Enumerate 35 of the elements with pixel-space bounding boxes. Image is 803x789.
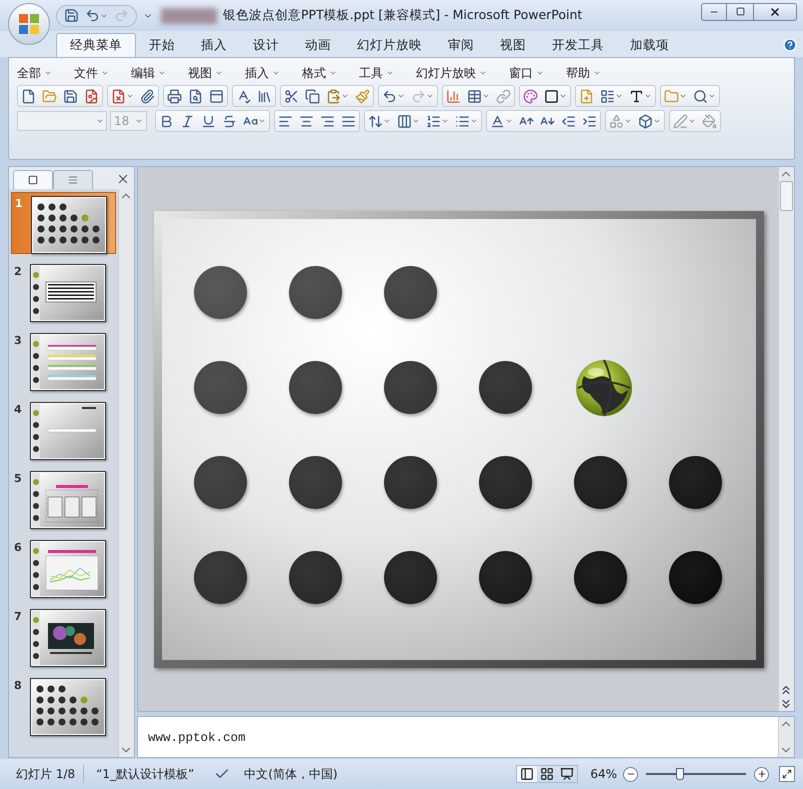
ribbon-tab[interactable]: 插入	[188, 33, 240, 57]
menu-item[interactable]: 全部	[17, 64, 52, 82]
ribbon-tab[interactable]: 开发工具	[539, 33, 617, 57]
ribbon-tab[interactable]: 经典菜单	[56, 33, 136, 57]
slide-number: 8	[14, 678, 23, 694]
slide-number: 4	[14, 402, 23, 418]
ribbon-tab[interactable]: 开始	[136, 33, 188, 57]
ribbon-tab[interactable]: 视图	[487, 33, 539, 57]
slide-number: 2	[14, 264, 23, 280]
menu-item[interactable]: 工具	[359, 64, 394, 82]
ribbon-tab[interactable]: 幻灯片放映	[344, 33, 435, 57]
menu-item[interactable]: 插入	[245, 64, 280, 82]
menu-item[interactable]: 幻灯片放映	[416, 64, 487, 82]
zoom-level[interactable]: 64%	[590, 765, 617, 783]
ribbon-tab[interactable]: 设计	[240, 33, 292, 57]
menu-item[interactable]: 编辑	[131, 64, 166, 82]
menu-item[interactable]: 文件	[74, 64, 109, 82]
slide-number: 7	[14, 609, 23, 625]
window-title: 银色波点创意PPT模板.ppt [兼容模式] - Microsoft PowerPoint	[223, 6, 582, 24]
slide-number: 3	[14, 333, 23, 349]
ribbon-tab[interactable]: 加载项	[617, 33, 682, 57]
menu-item[interactable]: 帮助	[566, 64, 601, 82]
ribbon-tab[interactable]: 审阅	[435, 33, 487, 57]
menu-item[interactable]: 格式	[302, 64, 337, 82]
language-status[interactable]: 中文(简体，中国)	[230, 765, 338, 783]
slide-number: 1	[15, 196, 24, 212]
menu-item[interactable]: 视图	[188, 64, 223, 82]
notes-pane[interactable]: www.pptok.com	[137, 716, 795, 758]
theme-name[interactable]: “1_默认设计模板”	[83, 765, 206, 783]
slide-counter: 幻灯片 1/8	[15, 766, 76, 783]
menu-item[interactable]: 窗口	[509, 64, 544, 82]
notes-text: www.pptok.com	[147, 730, 247, 747]
ribbon-tab[interactable]: 动画	[292, 33, 344, 57]
slide-number: 5	[14, 471, 23, 487]
slide-number: 6	[14, 540, 23, 556]
